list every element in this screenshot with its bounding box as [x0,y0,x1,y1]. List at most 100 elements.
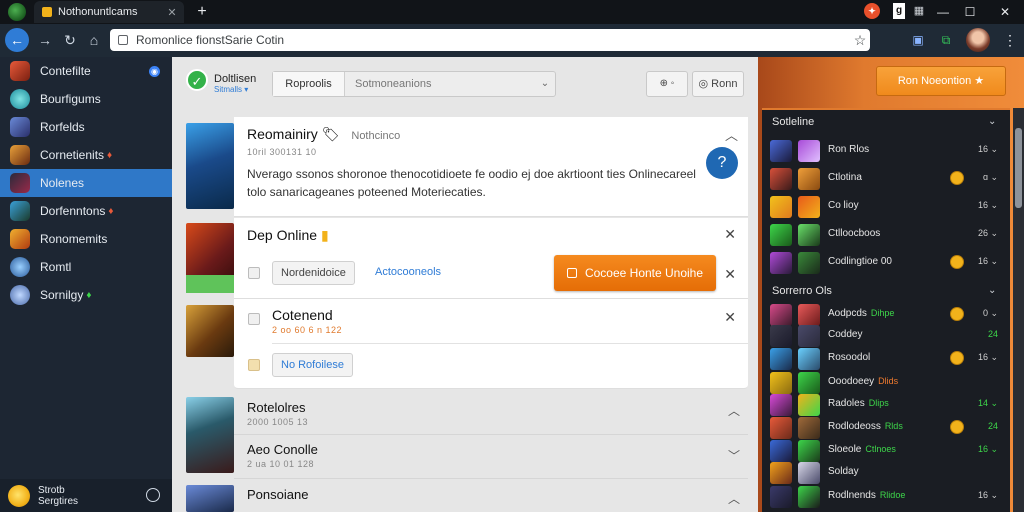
back-button[interactable]: ← [5,28,29,52]
sidebar-item-3[interactable]: Rorfelds [0,113,172,141]
item-value: 24 [987,329,998,339]
game-icon [770,486,792,508]
item-value: 0 ⌄ [982,308,998,318]
game-icon [10,257,30,277]
promo-button[interactable]: Ron Noeontion ★ [876,66,1006,96]
filter-primary[interactable]: Roproolis [273,72,345,96]
chevron-up-icon[interactable]: ︿ [728,402,740,419]
extension-grid-icon[interactable]: ▦ [912,4,926,18]
cta-label: Cocoee Honte Unoihe [584,266,704,280]
list-item-title[interactable]: Ponsoiane [247,487,308,502]
game-icon [798,486,820,508]
filter-select[interactable]: Roproolis Sotmoneanions ⌄ [272,71,556,97]
close-icon[interactable]: ✕ [724,309,736,326]
chevron-down-icon[interactable]: ⌄ [988,116,996,127]
scrollbar-thumb[interactable] [1015,128,1022,208]
sidebar-item-7[interactable]: Ronomemits [0,225,172,253]
close-window-button[interactable]: ✕ [990,2,1020,22]
close-icon[interactable]: ✕ [724,226,736,243]
filter-secondary[interactable]: Sotmoneanions [345,72,535,96]
list-item[interactable]: Codlingtioe 00 16 ⌄ [770,252,1002,274]
game-thumbnail[interactable] [186,123,234,209]
extension-g-icon[interactable]: g [893,3,905,19]
list-item[interactable]: Sloeole Ctlnoes 16 ⌄ [770,440,1002,462]
list-item[interactable]: Ooodoeey Dlids [770,372,1002,394]
game-card-3[interactable]: Cotenend 2 oo 60 6 n 122 ✕ No Rofoilese [234,299,748,389]
game-thumbnail[interactable] [186,397,234,473]
category-link[interactable]: Actocooneols [375,266,441,278]
sidebar-item-label: Rorfelds [40,120,85,134]
list-item[interactable]: Solday [770,462,1002,484]
title-bar: Nothonuntlcams ✕ + ✦ g ▦ — ☐ ✕ [0,0,1024,24]
list-item-title[interactable]: Aeo Conolle [247,442,318,457]
game-card-2[interactable]: Dep Online ▮ ✕ Nordenidoice Actocooneols… [234,218,748,299]
footer-text: Strotb Sergtires [38,485,78,507]
tag-icon: 🏷 [321,126,340,142]
item-name: Solday [828,466,859,477]
game-icon [798,224,820,246]
chevron-up-icon[interactable]: ︿ [725,125,738,144]
dismiss-icon[interactable]: ✕ [724,266,736,283]
header-button[interactable]: ◎ Ronn [692,71,744,97]
header-icon-group[interactable]: ⊕ ◦ [646,71,688,97]
list-item[interactable]: Ctlotina ɑ ⌄ [770,168,1002,190]
reload-button[interactable]: ↻ [59,28,81,52]
sidebar-item-5[interactable]: Nolenes [0,169,172,197]
new-tab-button[interactable]: + [192,2,212,22]
clock-icon[interactable] [146,488,160,502]
chevron-up-icon[interactable]: ︿ [728,490,740,507]
bookmark-star-icon[interactable]: ☆ [850,32,870,49]
extension-puzzle-icon[interactable]: ▣ [910,32,926,48]
sidebar-item-9[interactable]: Sornilgy ♦ [0,281,172,309]
list-item[interactable]: Rosoodol 16 ⌄ [770,348,1002,370]
sidebar-item-6[interactable]: Dorfenntons ♦ [0,197,172,225]
list-item[interactable]: Ron Rlos 16 ⌄ [770,140,1002,162]
game-card-1[interactable]: Reomainiry 🏷 Nothcinco 10ril 300131 10 N… [234,117,748,217]
tab-close-icon[interactable]: ✕ [164,6,180,19]
chevron-down-icon[interactable]: ⌄ [535,72,555,96]
browser-tab[interactable]: Nothonuntlcams ✕ [34,1,184,23]
list-item[interactable]: Radoles Dlips 14 ⌄ [770,394,1002,416]
select-checkbox[interactable] [248,359,260,371]
home-button[interactable]: ⌂ [83,28,105,52]
user-avatar[interactable] [8,484,30,507]
browser-app-icon[interactable] [8,3,26,21]
game-icon [770,252,792,274]
sidebar-item-4[interactable]: Cornetienits ♦ [0,141,172,169]
forward-button[interactable]: → [34,28,56,52]
notification-badge: ◉ [149,65,160,77]
sidebar-item-8[interactable]: Romtl [0,253,172,281]
list-item[interactable]: Coddey 24 [770,325,1002,347]
minimize-button[interactable]: — [928,2,958,22]
game-icon [10,61,30,81]
list-item-title[interactable]: Rotelolres [247,400,306,415]
maximize-button[interactable]: ☐ [955,2,985,22]
extension-green-icon[interactable]: ⧉ [938,32,954,48]
select-checkbox[interactable] [248,313,260,325]
sidebar-item-2[interactable]: Bourfigums [0,85,172,113]
profile-avatar[interactable] [966,28,990,52]
game-thumbnail[interactable] [186,305,234,357]
list-item[interactable]: Aodpcds Dihpe 0 ⌄ [770,304,1002,326]
help-button[interactable]: ? [706,147,738,179]
chevron-down-icon[interactable]: ⌄ [988,285,996,296]
select-checkbox[interactable] [248,267,260,279]
extension-red-icon[interactable]: ✦ [864,3,880,19]
primary-action-button[interactable]: Cocoee Honte Unoihe [554,255,716,291]
list-item[interactable]: Co lioy 16 ⌄ [770,196,1002,218]
list-item[interactable]: Rodlodeoss Rlds 24 [770,417,1002,439]
url-text[interactable]: Romonlice fionstSarie Cotin [136,33,850,47]
game-thumbnail[interactable] [186,485,234,512]
category-chip[interactable]: No Rofoilese [272,353,353,377]
list-item[interactable]: Ctlloocboos 26 ⌄ [770,224,1002,246]
list-item[interactable]: Rodlnends Rlidoe 16 ⌄ [770,486,1002,508]
sidebar-item-1[interactable]: Contefilte ◉ [0,57,172,85]
browser-menu-icon[interactable]: ⋮ [1000,28,1020,52]
address-bar[interactable]: Romonlice fionstSarie Cotin ☆ [110,29,870,51]
category-chip[interactable]: Nordenidoice [272,261,355,285]
chevron-down-icon[interactable]: ﹀ [728,447,740,464]
header-subtitle[interactable]: Sitmalls ▾ [214,85,248,94]
sidebar-footer[interactable]: Strotb Sergtires [0,479,172,512]
item-value: 16 ⌄ [977,144,998,154]
game-icon [770,304,792,326]
